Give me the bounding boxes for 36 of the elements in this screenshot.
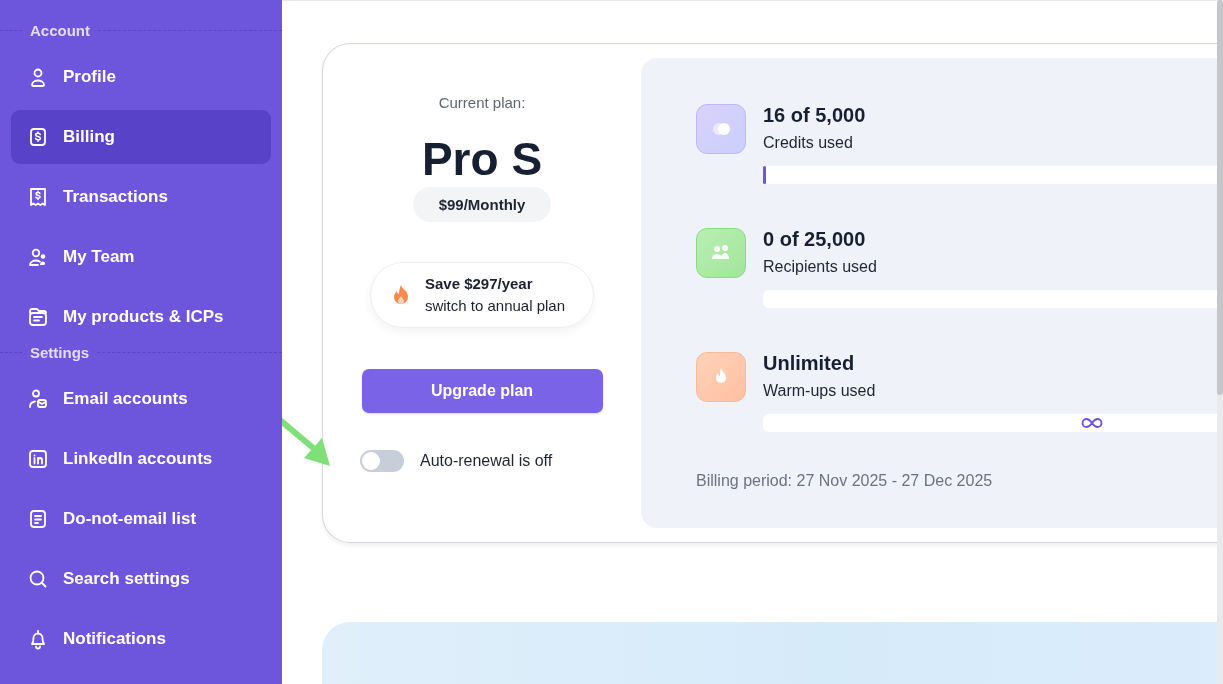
folder-icon: [27, 306, 49, 328]
upgrade-plan-button[interactable]: Upgrade plan: [361, 369, 603, 413]
usage-label: Credits used: [763, 134, 854, 152]
sidebar-item[interactable]: Search settings: [11, 552, 271, 606]
sidebar-item[interactable]: Billing: [11, 110, 271, 164]
dollar-card-icon: [27, 126, 49, 148]
plan-name: Pro S: [421, 133, 543, 185]
usage-label: Warm-ups used: [763, 382, 877, 400]
document-icon: [27, 508, 49, 530]
promo-title: Save $297/year: [424, 275, 534, 292]
sidebar-item[interactable]: Profile: [11, 50, 271, 104]
sidebar-item[interactable]: My Team: [11, 230, 271, 284]
search-icon: [27, 568, 49, 590]
usage-value: Unlimited: [763, 352, 856, 375]
sidebar-item[interactable]: Transactions: [11, 170, 271, 224]
person-mail-icon: [27, 388, 49, 410]
plan-caption: Current plan:: [438, 94, 526, 111]
usage-value: 16 of 5,000: [763, 104, 867, 127]
auto-renewal-toggle[interactable]: [360, 450, 404, 472]
receipt-icon: [27, 186, 49, 208]
sidebar-item[interactable]: Notifications: [11, 612, 271, 666]
linkedin-icon: [27, 448, 49, 470]
billing-period: Billing period: 27 Nov 2025 - 27 Dec 2025: [696, 472, 994, 490]
auto-renewal-label: Auto-renewal is off: [420, 452, 553, 470]
sidebar-item[interactable]: My products & ICPs: [11, 290, 271, 344]
scrollbar[interactable]: [1217, 0, 1223, 684]
usage-value: 0 of 25,000: [763, 228, 867, 251]
promo-subtitle: switch to annual plan: [424, 297, 566, 314]
section-heading: Settings: [30, 343, 90, 361]
sidebar-item[interactable]: Email accounts: [11, 372, 271, 426]
infinity-icon: [1081, 417, 1103, 429]
price-badge: $99/Monthly: [412, 187, 552, 222]
usage-label: Recipients used: [763, 258, 878, 276]
sidebar-item[interactable]: Do-not-email list: [11, 492, 271, 546]
section-heading: Account: [30, 21, 90, 39]
sidebar-item[interactable]: LinkedIn accounts: [11, 432, 271, 486]
